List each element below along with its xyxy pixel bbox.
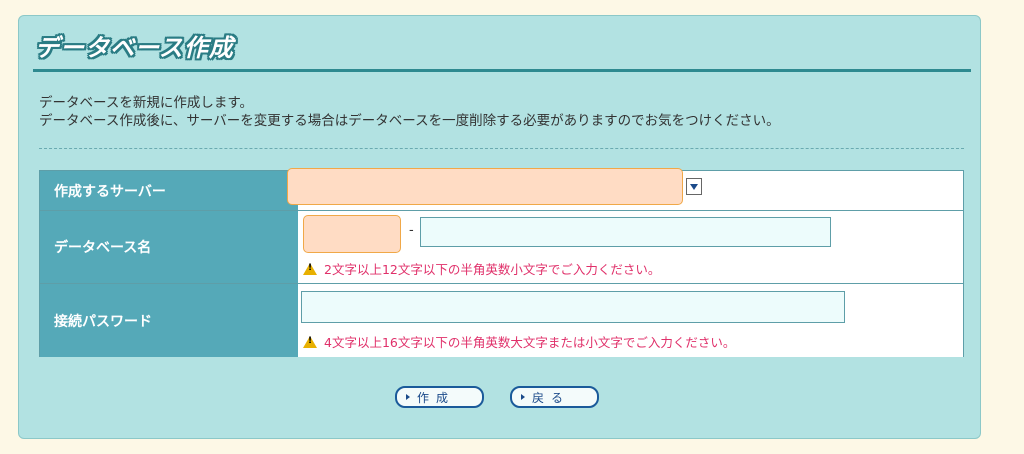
server-label: 作成するサーバー bbox=[40, 171, 298, 210]
db-name-hint-text: 2文字以上12文字以下の半角英数小文字でご入力ください。 bbox=[324, 262, 661, 277]
title-divider bbox=[33, 69, 971, 72]
description: データベースを新規に作成します。 データベース作成後に、サーバーを変更する場合は… bbox=[39, 94, 780, 130]
db-name-separator: - bbox=[409, 223, 414, 238]
password-hint: 4文字以上16文字以下の半角英数大文字または小文字でご入力ください。 bbox=[303, 332, 735, 351]
create-button[interactable]: 作成 bbox=[395, 386, 484, 408]
db-name-prefix-input[interactable] bbox=[303, 215, 401, 253]
warning-icon bbox=[303, 335, 317, 348]
password-hint-text: 4文字以上16文字以下の半角英数大文字または小文字でご入力ください。 bbox=[324, 335, 736, 350]
password-row: 接続パスワード 4文字以上16文字以下の半角英数大文字または小文字でご入力くださ… bbox=[40, 284, 963, 357]
db-name-input[interactable] bbox=[420, 217, 831, 247]
password-input[interactable] bbox=[301, 291, 845, 323]
db-name-row: データベース名 - 2文字以上12文字以下の半角英数小文字でご入力ください。 bbox=[40, 211, 963, 284]
server-select[interactable] bbox=[287, 168, 683, 205]
create-form: 作成するサーバー データベース名 - 2文字以上12文字以下の半角英数小文字でご… bbox=[39, 168, 964, 357]
db-name-hint: 2文字以上12文字以下の半角英数小文字でご入力ください。 bbox=[303, 259, 660, 278]
db-name-label: データベース名 bbox=[40, 211, 298, 283]
server-row: 作成するサーバー bbox=[40, 168, 963, 211]
chevron-down-icon[interactable] bbox=[686, 178, 702, 195]
warning-icon bbox=[303, 262, 317, 275]
dotted-divider bbox=[39, 148, 964, 149]
password-label: 接続パスワード bbox=[40, 284, 298, 357]
description-line-2: データベース作成後に、サーバーを変更する場合はデータベースを一度削除する必要があ… bbox=[39, 113, 780, 129]
description-line-1: データベースを新規に作成します。 bbox=[39, 95, 253, 111]
database-create-panel: データベース作成 データベースを新規に作成します。 データベース作成後に、サーバ… bbox=[18, 15, 981, 439]
page-title: データベース作成 bbox=[35, 34, 234, 62]
back-button[interactable]: 戻る bbox=[510, 386, 599, 408]
